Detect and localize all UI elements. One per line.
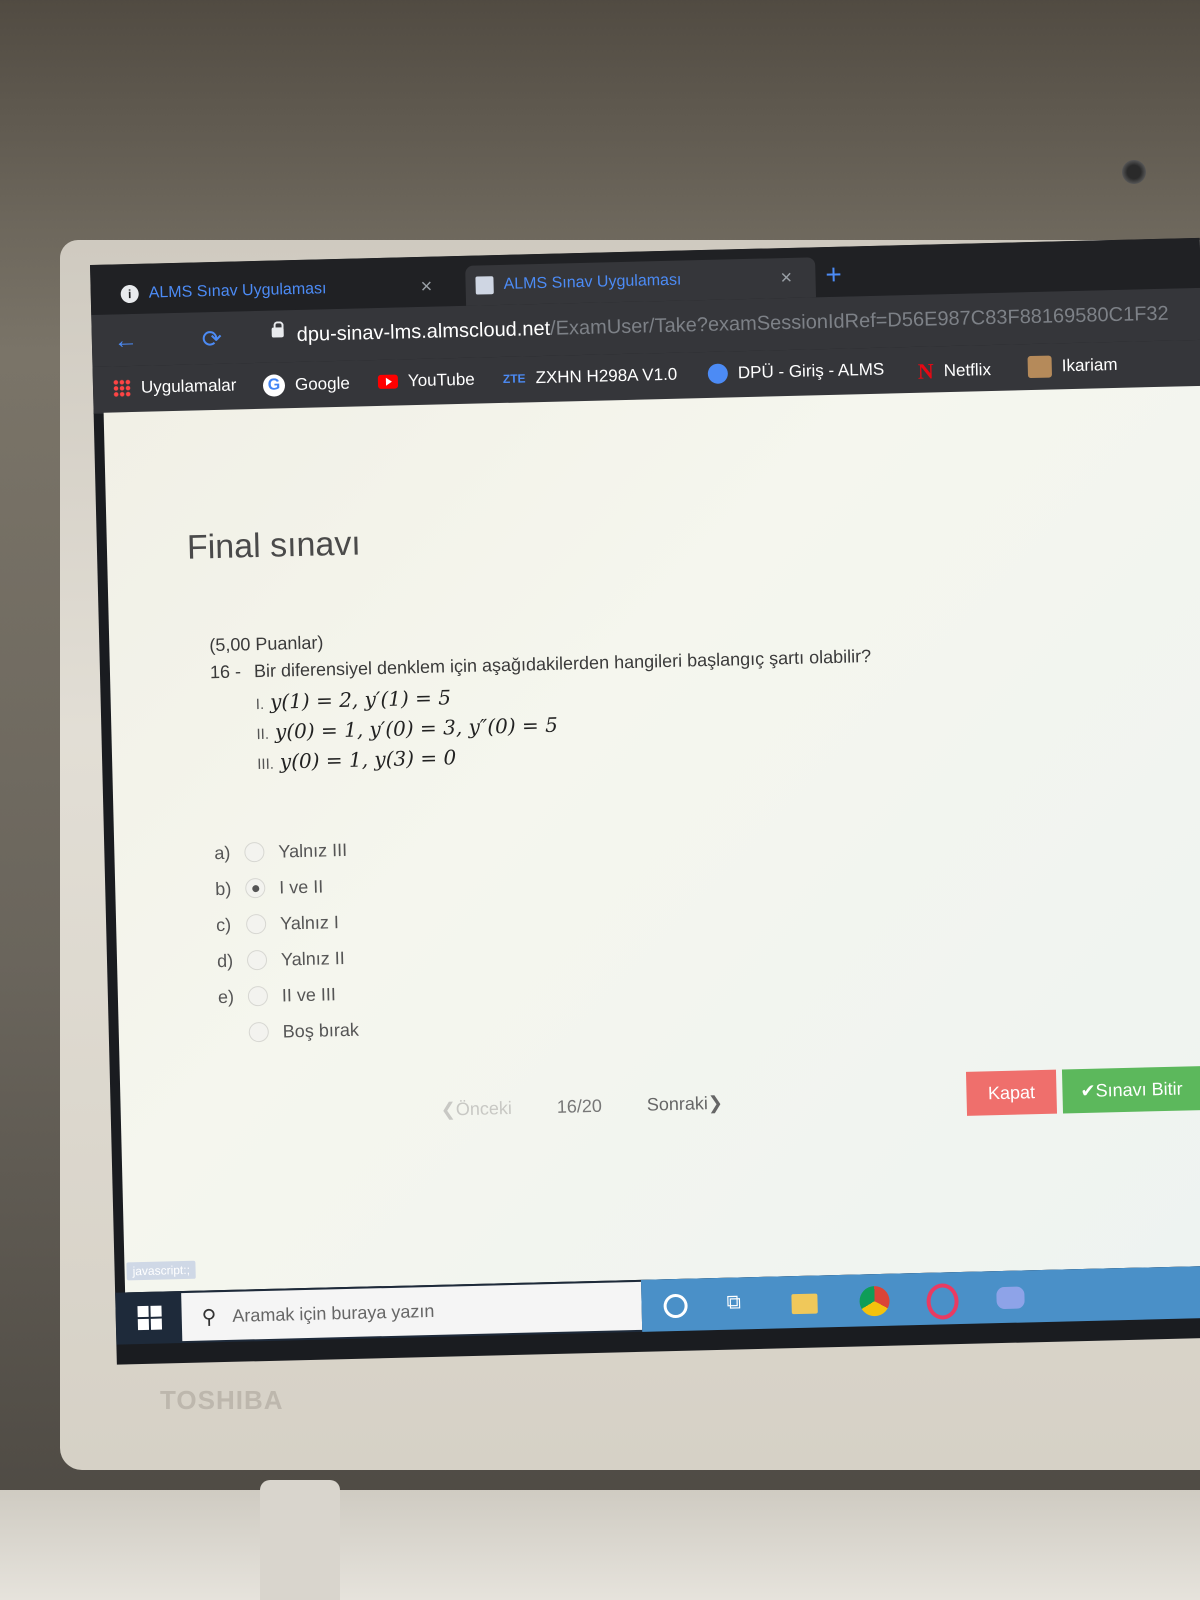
webcam xyxy=(1122,160,1146,184)
globe-icon xyxy=(707,363,729,384)
address-bar[interactable]: dpu-sinav-lms.almscloud.net/ExamUser/Tak… xyxy=(297,303,1169,347)
statement-roman: II. xyxy=(256,725,270,744)
next-button[interactable]: Sonraki❯ xyxy=(647,1093,724,1116)
bookmark-apps[interactable]: Uygulamalar xyxy=(112,375,237,398)
option-label: II ve III xyxy=(281,983,337,1006)
laptop-keyboard-deck xyxy=(0,1490,1200,1600)
file-explorer-icon[interactable] xyxy=(791,1293,818,1315)
laptop-brand-logo: TOSHIBA xyxy=(160,1385,284,1415)
option-label: Boş bırak xyxy=(282,1019,360,1042)
statement-list: I. y(1) = 2, y′(1) = 5 II. y(0) = 1, y′(0)… xyxy=(255,675,873,774)
cortana-icon[interactable] xyxy=(663,1293,688,1319)
statement-math: y(0) = 1, y(3) = 0 xyxy=(279,745,457,774)
url-host: dpu-sinav-lms.almscloud.net xyxy=(296,317,551,346)
bookmark-netflix[interactable]: N Netflix xyxy=(918,357,992,385)
option-label: Yalnız III xyxy=(278,839,348,862)
question-block: (5,00 Puanlar) 16 - Bir diferensiyel den… xyxy=(209,619,874,781)
bookmark-label: Netflix xyxy=(943,360,992,381)
netflix-icon: N xyxy=(917,358,935,384)
lock-icon[interactable] xyxy=(271,327,284,338)
youtube-icon xyxy=(377,374,399,389)
bookmark-label: YouTube xyxy=(407,369,475,391)
option-a[interactable]: a) Yalnız III xyxy=(214,832,355,871)
screen: i ALMS Sınav Uygulaması × ALMS Sınav Uyg… xyxy=(90,237,1200,1365)
url-path: /ExamUser/Take?examSessionIdRef=D56E987C… xyxy=(549,302,1169,340)
search-placeholder: Aramak için buraya yazın xyxy=(232,1300,435,1326)
bookmark-label: ZXHN H298A V1.0 xyxy=(535,364,678,388)
status-bar-link: javascript:; xyxy=(126,1260,197,1281)
bookmark-google[interactable]: G Google xyxy=(262,373,351,397)
zte-icon: ZTE xyxy=(502,371,526,386)
option-letter: e) xyxy=(217,986,235,1007)
close-exam-button[interactable]: Kapat xyxy=(965,1069,1058,1116)
option-d[interactable]: d) Yalnız II xyxy=(217,940,358,979)
bookmark-zte[interactable]: ZTE ZXHN H298A V1.0 xyxy=(503,365,678,389)
close-icon[interactable]: × xyxy=(420,275,432,298)
radio-button[interactable] xyxy=(244,841,265,863)
option-letter: d) xyxy=(216,950,234,971)
radio-button[interactable] xyxy=(245,913,267,935)
page-title: Final sınavı xyxy=(186,524,362,567)
bookmark-label: DPÜ - Giriş - ALMS xyxy=(737,359,885,383)
question-number: 16 - xyxy=(209,661,242,683)
option-label: Yalnız I xyxy=(279,911,340,934)
option-label: Yalnız II xyxy=(280,947,345,970)
apps-icon xyxy=(112,379,132,398)
tab-label: ALMS Sınav Uygulaması xyxy=(148,280,327,302)
taskbar-search[interactable]: ⚲ Aramak için buraya yazın xyxy=(181,1281,643,1342)
option-c[interactable]: c) Yalnız I xyxy=(216,904,357,943)
task-view-icon[interactable]: ⧉ xyxy=(726,1291,753,1318)
radio-button[interactable] xyxy=(247,985,269,1007)
option-skip[interactable]: Boş bırak xyxy=(218,1012,359,1051)
bookmark-label: Google xyxy=(294,373,351,395)
option-letter xyxy=(219,1032,245,1033)
statement-roman: I. xyxy=(255,695,265,714)
discord-icon[interactable] xyxy=(996,1286,1025,1310)
bookmark-dpu[interactable]: DPÜ - Giriş - ALMS xyxy=(707,359,885,384)
previous-button[interactable]: ❮Önceki xyxy=(440,1098,512,1121)
bookmark-ikariam[interactable]: Ikariam xyxy=(1027,354,1118,379)
option-letter: a) xyxy=(214,842,231,863)
bookmark-youtube[interactable]: YouTube xyxy=(377,369,475,392)
tab-label: ALMS Sınav Uygulaması xyxy=(503,271,682,293)
laptop-hinge xyxy=(260,1480,340,1600)
option-b[interactable]: b) I ve II xyxy=(215,868,356,907)
exam-page: Final sınavı (5,00 Puanlar) 16 - Bir dif… xyxy=(103,385,1200,1293)
question-counter: 16/20 xyxy=(556,1095,603,1117)
statement-math: y(0) = 1, y′(0) = 3, y″(0) = 5 xyxy=(274,712,559,744)
ikariam-icon xyxy=(1027,355,1053,379)
close-icon[interactable]: × xyxy=(780,266,792,289)
answer-options: a) Yalnız III b) I ve II c) Yalnız I d) … xyxy=(214,832,359,1051)
radio-button[interactable] xyxy=(248,1021,270,1043)
radio-button[interactable] xyxy=(246,949,268,971)
option-label: I ve II xyxy=(279,875,324,898)
document-icon xyxy=(475,276,494,295)
question-pager: ❮Önceki 16/20 Sonraki❯ xyxy=(440,1093,723,1121)
option-e[interactable]: e) II ve III xyxy=(217,976,358,1015)
bookmark-label: Uygulamalar xyxy=(140,375,237,397)
windows-start-icon[interactable] xyxy=(137,1305,163,1331)
statement-math: y(1) = 2, y′(1) = 5 xyxy=(269,685,452,714)
radio-button-selected[interactable] xyxy=(245,877,266,899)
bookmark-label: Ikariam xyxy=(1061,354,1118,376)
reload-icon[interactable]: ⟳ xyxy=(202,325,223,354)
opera-icon[interactable] xyxy=(926,1283,960,1320)
option-letter: b) xyxy=(215,878,232,899)
back-arrow-icon[interactable]: ← xyxy=(114,327,139,356)
google-icon: G xyxy=(262,374,286,397)
finish-exam-button[interactable]: ✔Sınavı Bitir xyxy=(1061,1065,1200,1114)
info-icon: i xyxy=(120,284,139,304)
statement-roman: III. xyxy=(257,755,275,774)
search-icon: ⚲ xyxy=(201,1305,217,1329)
chrome-icon[interactable] xyxy=(859,1285,890,1317)
option-letter: c) xyxy=(215,914,232,935)
new-tab-button[interactable]: + xyxy=(825,259,842,291)
